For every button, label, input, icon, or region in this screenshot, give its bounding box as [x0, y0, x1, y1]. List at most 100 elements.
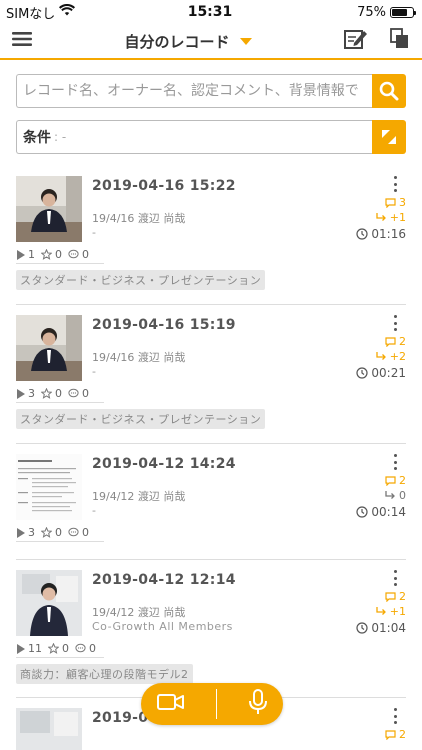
star-icon [48, 643, 59, 654]
list-item[interactable]: 2019-04-12 14:24 19/4/12 渡辺 尚哉 - 2 0 00:… [16, 444, 406, 560]
search-icon [379, 81, 399, 101]
speech-bubble-icon [68, 388, 79, 398]
record-meta: 19/4/12 渡辺 尚哉 [92, 606, 186, 619]
record-duration: 01:16 [356, 227, 406, 241]
record-datetime: 2019-04-16 15:22 [92, 178, 236, 194]
play-icon [17, 249, 25, 260]
star-icon [41, 388, 52, 399]
battery-icon [389, 6, 416, 18]
video-thumbnail[interactable] [16, 708, 82, 750]
play-icon [17, 527, 25, 538]
speech-bubble-icon [75, 643, 86, 653]
clock-icon [356, 622, 369, 634]
note-stat: 0 [68, 387, 89, 400]
category-tag: スタンダード・ビジネス・プレゼンテーション [16, 409, 266, 429]
microphone-icon[interactable] [248, 689, 268, 719]
share-count: +1 [376, 211, 406, 224]
share-arrow-icon [385, 491, 395, 499]
play-stat: 11 [16, 642, 42, 655]
play-stat: 3 [16, 387, 35, 400]
record-datetime: 2019-04-12 14:24 [92, 456, 236, 472]
more-options-icon[interactable] [390, 315, 400, 331]
record-meta: 19/4/12 渡辺 尚哉 [92, 490, 186, 503]
search-bar [16, 74, 406, 108]
comment-icon [385, 197, 396, 208]
record-group: - [92, 365, 97, 378]
record-datetime: 2019-04-12 12:14 [92, 572, 236, 588]
share-arrow-icon [376, 213, 386, 221]
video-thumbnail[interactable] [16, 570, 82, 636]
record-scope-selector[interactable]: 自分のレコード [124, 31, 252, 52]
record-meta: 19/4/16 渡辺 尚哉 [92, 212, 186, 225]
record-stats: 3 0 0 [16, 526, 89, 539]
search-button[interactable] [372, 74, 406, 108]
star-stat: 0 [41, 248, 62, 261]
record-action-bar [141, 683, 283, 725]
condition-expand-button[interactable] [372, 120, 406, 154]
category-tag: スタンダード・ビジネス・プレゼンテーション [16, 270, 266, 290]
search-input[interactable] [16, 74, 372, 108]
video-camera-icon[interactable] [156, 692, 185, 716]
play-icon [17, 388, 25, 399]
record-group: - [92, 504, 97, 517]
status-bar: SIMなし 15:31 75% [0, 0, 422, 24]
record-duration: 01:04 [356, 621, 406, 635]
video-thumbnail[interactable] [16, 454, 82, 520]
nav-bar: 自分のレコード [0, 24, 422, 60]
wifi-icon [59, 3, 76, 20]
clock-icon [356, 367, 369, 379]
more-options-icon[interactable] [390, 176, 400, 192]
list-item[interactable]: 2019-04-16 15:22 19/4/16 渡辺 尚哉 - 3 +1 01… [16, 166, 406, 305]
video-thumbnail[interactable] [16, 176, 82, 242]
comment-count: 2 [385, 590, 406, 603]
note-stat: 0 [75, 642, 96, 655]
carrier-label: SIMなし [6, 6, 56, 22]
more-options-icon[interactable] [390, 570, 400, 586]
caret-down-icon [239, 37, 252, 45]
play-stat: 3 [16, 526, 35, 539]
note-stat: 0 [68, 526, 89, 539]
list-item[interactable]: 2019-04-16 15:19 19/4/16 渡辺 尚哉 - 2 +2 00… [16, 305, 406, 444]
record-stats: 11 0 0 [16, 642, 96, 655]
comment-count: 2 [385, 335, 406, 348]
share-count: +2 [376, 350, 406, 363]
video-thumbnail[interactable] [16, 315, 82, 381]
record-duration: 00:21 [356, 366, 406, 380]
condition-value: : - [54, 130, 67, 144]
clock-icon [356, 506, 369, 518]
speech-bubble-icon [68, 249, 79, 259]
clock-icon [356, 228, 369, 240]
record-datetime: 2019-04-16 15:19 [92, 317, 236, 333]
share-arrow-icon [376, 607, 386, 615]
more-options-icon[interactable] [390, 454, 400, 470]
star-icon [41, 527, 52, 538]
comment-count: 2 [385, 728, 406, 741]
condition-field[interactable]: 条件 : - [16, 120, 372, 154]
share-arrow-icon [376, 352, 386, 360]
comment-icon [385, 729, 396, 740]
page-title: 自分のレコード [124, 32, 230, 51]
edit-note-icon[interactable] [343, 28, 368, 54]
menu-icon[interactable] [12, 31, 32, 51]
speech-bubble-icon [68, 527, 79, 537]
list-item[interactable]: 2019-04-12 12:14 19/4/12 渡辺 尚哉 Co-Growth… [16, 560, 406, 698]
multi-copy-icon[interactable] [390, 28, 410, 54]
record-meta: 19/4/16 渡辺 尚哉 [92, 351, 186, 364]
play-icon [17, 643, 25, 654]
star-stat: 0 [41, 526, 62, 539]
record-datetime: 2019-0 [92, 710, 149, 726]
note-stat: 0 [68, 248, 89, 261]
share-count: +1 [376, 605, 406, 618]
filter-condition: 条件 : - [16, 120, 406, 154]
condition-label: 条件 [23, 130, 51, 146]
record-stats: 1 0 0 [16, 248, 89, 261]
comment-icon [385, 591, 396, 602]
star-stat: 0 [41, 387, 62, 400]
comment-count: 2 [385, 474, 406, 487]
record-stats: 3 0 0 [16, 387, 89, 400]
share-count: 0 [385, 489, 406, 502]
record-list: 2019-04-16 15:22 19/4/16 渡辺 尚哉 - 3 +1 01… [0, 166, 422, 750]
record-group: - [92, 226, 97, 239]
comment-icon [385, 336, 396, 347]
more-options-icon[interactable] [390, 708, 400, 724]
